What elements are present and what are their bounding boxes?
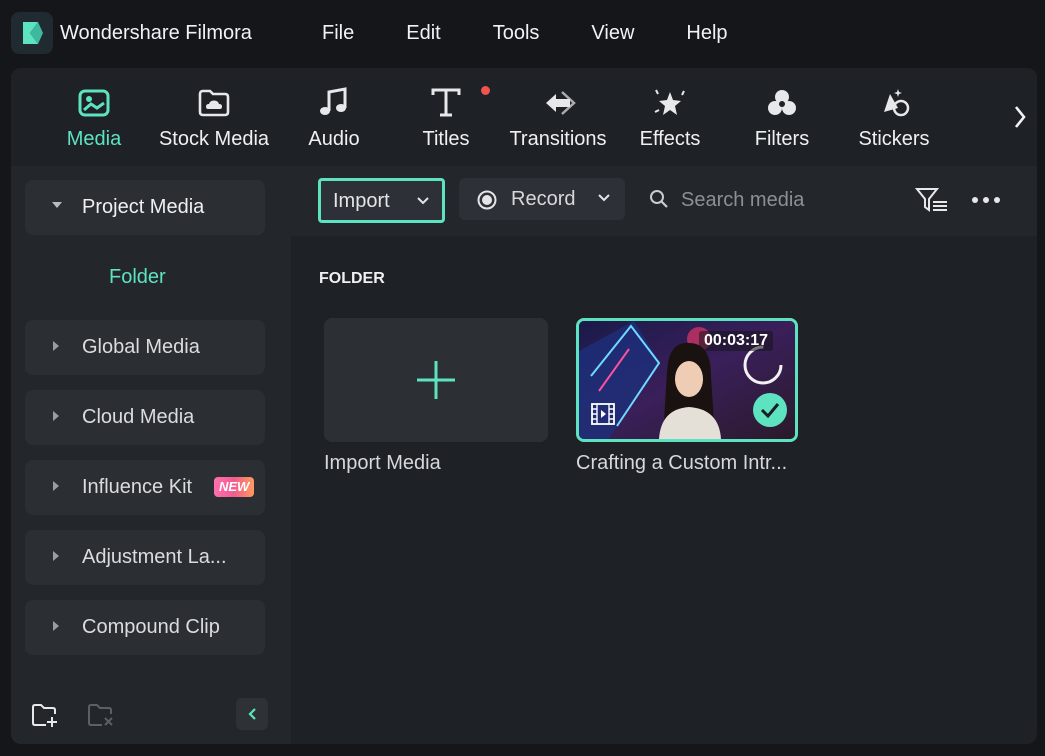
caret-right-icon (53, 411, 59, 421)
clip-caption: Crafting a Custom Intr... (576, 452, 788, 474)
plus-icon (417, 361, 455, 399)
import-button-label: Import (333, 190, 390, 212)
delete-folder-icon[interactable] (87, 702, 115, 728)
filters-icon (768, 90, 796, 115)
chevron-down-icon (598, 194, 610, 202)
music-note-icon (320, 87, 347, 115)
asset-toolbar: Media Stock Media Audio Titles Transitio… (11, 68, 1037, 166)
caret-right-icon (53, 551, 59, 561)
tab-titles-label: Titles (422, 128, 470, 150)
import-media-caption: Import Media (324, 452, 441, 474)
filmora-logo-icon (11, 12, 53, 54)
new-folder-icon[interactable] (31, 702, 59, 728)
tab-filters[interactable]: Filters (726, 86, 838, 151)
import-media-tile[interactable] (324, 318, 548, 442)
sidebar-item-adjustment-layer[interactable]: Adjustment La... (25, 530, 265, 585)
chevron-down-icon (417, 197, 429, 205)
content-toolbar: Import Record (291, 166, 1037, 236)
menu-tools[interactable]: Tools (493, 22, 540, 45)
transitions-icon (546, 91, 576, 115)
tab-stock-media[interactable]: Stock Media (158, 86, 270, 151)
sidebar-item-global-media[interactable]: Global Media (25, 320, 265, 375)
sidebar-folder-link[interactable]: Folder (109, 266, 166, 289)
titles-notification-dot (481, 86, 490, 95)
tab-titles[interactable]: Titles (390, 86, 502, 151)
sidebar-item-label: Cloud Media (82, 406, 195, 428)
sidebar-item-cloud-media[interactable]: Cloud Media (25, 390, 265, 445)
cloud-folder-icon (198, 89, 230, 117)
caret-right-icon (53, 481, 59, 491)
sidebar-item-label: Compound Clip (82, 616, 220, 638)
menu-file[interactable]: File (322, 22, 354, 45)
sidebar-item-compound-clip[interactable]: Compound Clip (25, 600, 265, 655)
clip-duration: 00:03:17 (698, 331, 773, 351)
sidebar-item-label: Influence Kit (82, 476, 193, 498)
tab-audio-label: Audio (308, 128, 360, 150)
sidebar-item-label: Global Media (82, 336, 200, 358)
sidebar-item-influence-kit[interactable]: Influence Kit NEW (25, 460, 265, 515)
tab-audio[interactable]: Audio (278, 86, 390, 151)
import-button[interactable]: Import (318, 178, 445, 223)
search-input[interactable] (681, 180, 881, 220)
filter-icon[interactable] (915, 186, 949, 214)
text-t-icon (431, 88, 461, 117)
tab-transitions[interactable]: Transitions (502, 86, 614, 151)
magic-wand-icon (654, 89, 685, 115)
record-button-label: Record (511, 188, 576, 210)
caret-right-icon (53, 621, 59, 631)
video-film-icon (591, 403, 615, 425)
new-badge: NEW (214, 477, 255, 497)
tab-stickers[interactable]: Stickers (838, 86, 950, 151)
stickers-icon (884, 89, 910, 117)
record-icon (477, 190, 497, 210)
tab-media[interactable]: Media (38, 86, 150, 151)
collapse-sidebar-button[interactable] (236, 698, 268, 730)
menu-help[interactable]: Help (686, 22, 727, 45)
selected-check-icon (753, 393, 787, 427)
media-sidebar: Project Media Folder Global Media Cloud … (11, 166, 291, 744)
menu-bar: File Edit Tools View Help (322, 22, 780, 45)
caret-down-icon (52, 202, 62, 208)
menu-edit[interactable]: Edit (406, 22, 440, 45)
sidebar-footer (11, 686, 291, 744)
title-bar: Wondershare Filmora File Edit Tools View… (0, 0, 1045, 68)
chevron-left-icon (248, 708, 256, 720)
section-heading: FOLDER (319, 270, 385, 287)
media-clip-thumbnail[interactable]: 00:03:17 (576, 318, 798, 442)
more-options-icon[interactable] (971, 196, 1001, 204)
chevron-right-icon[interactable] (1009, 100, 1031, 134)
main-window: Media Stock Media Audio Titles Transitio… (11, 68, 1037, 744)
tab-effects[interactable]: Effects (614, 86, 726, 151)
tab-stock-media-label: Stock Media (158, 128, 270, 150)
sidebar-item-project-media[interactable]: Project Media (25, 180, 265, 235)
media-icon (78, 89, 110, 117)
media-content: Import Record Search media FOLDER Import… (291, 166, 1037, 744)
menu-view[interactable]: View (591, 22, 634, 45)
search-icon (650, 190, 668, 208)
caret-right-icon (53, 341, 59, 351)
sidebar-item-label: Adjustment La... (82, 546, 227, 568)
record-button[interactable]: Record (459, 178, 625, 220)
tab-filters-label: Filters (754, 128, 810, 150)
sidebar-item-label: Project Media (82, 196, 205, 218)
tab-transitions-label: Transitions (509, 128, 607, 150)
tab-effects-label: Effects (639, 128, 701, 150)
tab-stickers-label: Stickers (858, 128, 930, 150)
app-title: Wondershare Filmora (60, 22, 252, 44)
tab-media-label: Media (66, 128, 122, 150)
